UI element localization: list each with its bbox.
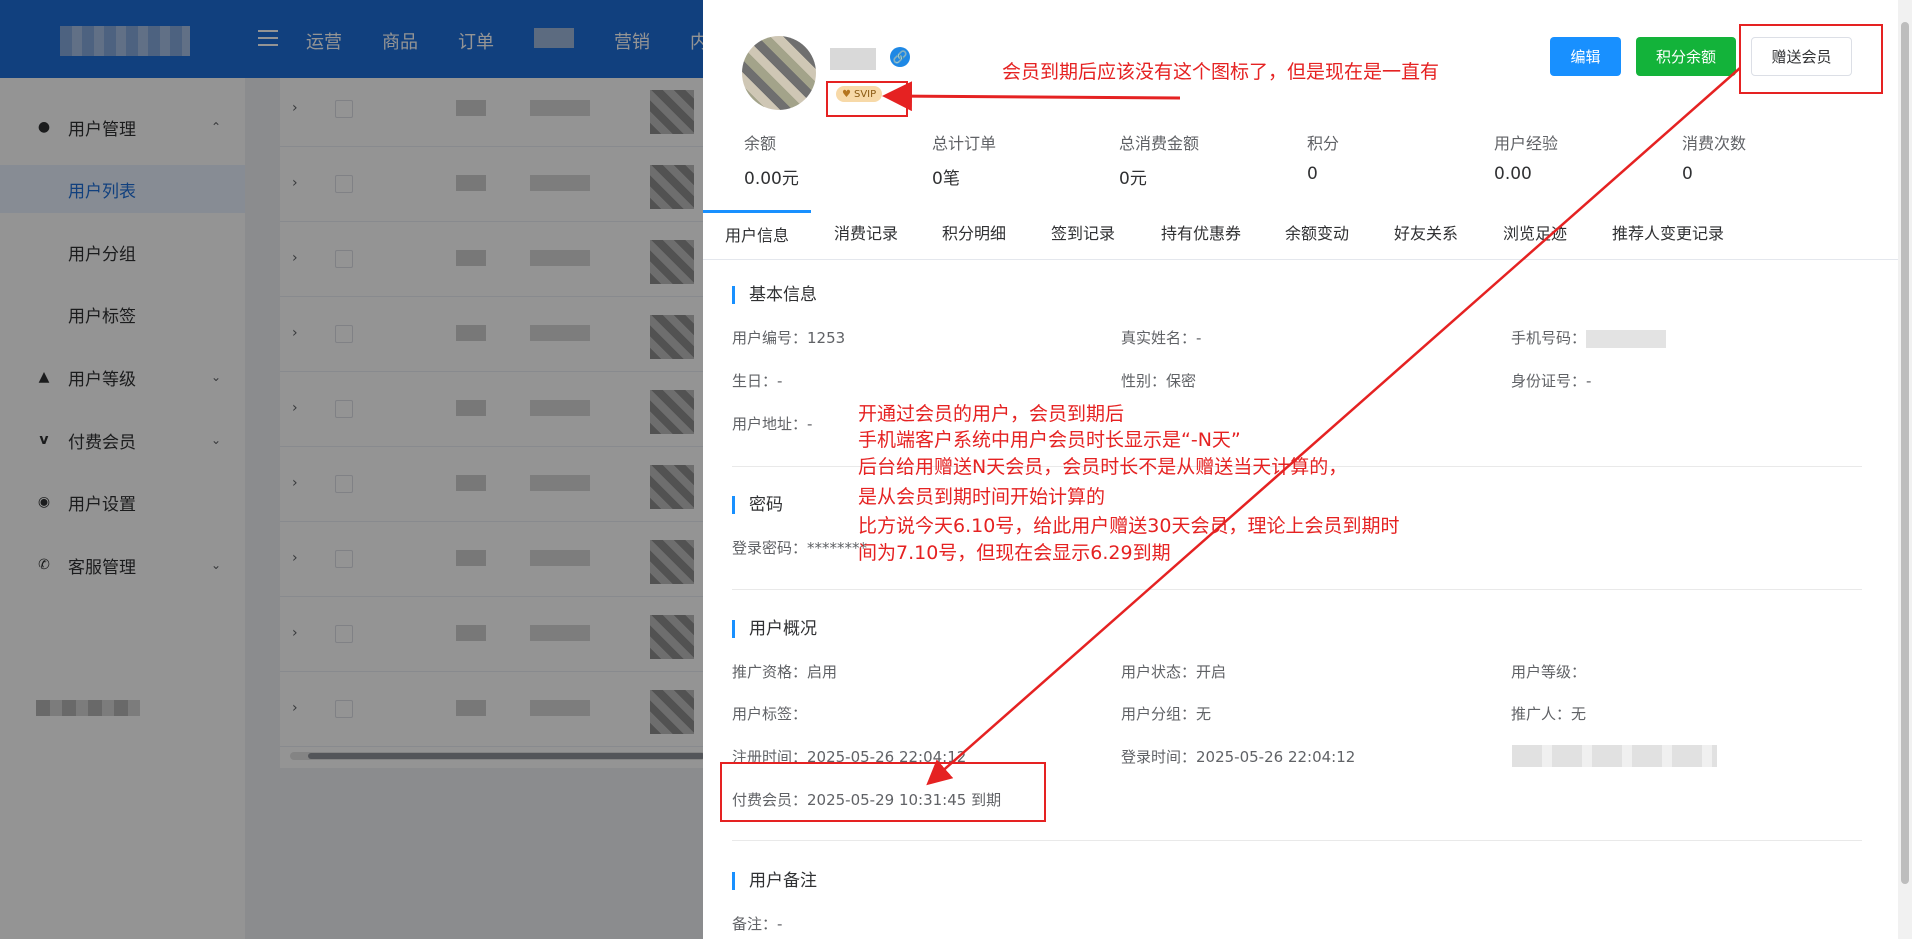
- link-icon[interactable]: 🔗: [890, 47, 910, 67]
- field-referrer: 推广人：无: [1511, 705, 1587, 723]
- tab-user-info[interactable]: 用户信息: [703, 210, 811, 260]
- divider: [732, 840, 1862, 841]
- annotation-text-top: 会员到期后应该没有这个图标了，但是现在是一直有: [1002, 61, 1440, 83]
- stat-value: 0.00元: [744, 169, 799, 189]
- section-title-overview: 用户概况: [732, 620, 817, 638]
- stat-label: 用户经验: [1494, 134, 1559, 153]
- tab-coupons[interactable]: 持有优惠券: [1161, 210, 1241, 260]
- field-remark: 备注：-: [732, 915, 783, 933]
- tab-checkin-records[interactable]: 签到记录: [1051, 210, 1115, 260]
- annotation-text-line-1: 开通过会员的用户，会员到期后: [858, 403, 1125, 425]
- phone-redacted: [1586, 329, 1667, 348]
- stat-points: 积分 0: [1307, 130, 1457, 184]
- stat-balance: 余额 0.00元: [744, 130, 894, 189]
- annotation-box-gift-button: [1739, 24, 1883, 94]
- section-title-basic: 基本信息: [732, 286, 817, 304]
- annotation-text-line-6: 间为7.10号，但现在会显示6.29到期: [858, 542, 1171, 564]
- field-user-level: 用户等级：: [1511, 663, 1587, 681]
- annotation-text-line-3: 后台给用赠送N天会员，会员时长不是从赠送当天计算的，: [858, 456, 1348, 478]
- field-user-group: 用户分组：无: [1121, 705, 1212, 723]
- tab-browse-history[interactable]: 浏览足迹: [1503, 210, 1567, 260]
- field-birthday: 生日：-: [732, 372, 783, 390]
- redacted-field: [1512, 745, 1717, 767]
- field-user-id: 用户编号：1253: [732, 329, 846, 347]
- tab-referrer-changes[interactable]: 推荐人变更记录: [1612, 210, 1724, 260]
- stat-value: 0: [1682, 164, 1693, 184]
- stat-total-orders: 总计订单 0笔: [932, 130, 1082, 189]
- field-real-name: 真实姓名：-: [1121, 329, 1202, 347]
- stat-label: 余额: [744, 134, 777, 153]
- annotation-box-svip: [826, 81, 908, 117]
- annotation-text-line-4: 是从会员到期时间开始计算的: [858, 486, 1106, 508]
- tab-friends[interactable]: 好友关系: [1394, 210, 1458, 260]
- stat-label: 总消费金额: [1119, 134, 1200, 153]
- annotation-text-line-2: 手机端客户系统中用户会员时长显示是“-N天”: [858, 429, 1241, 451]
- stat-label: 消费次数: [1682, 134, 1747, 153]
- divider: [732, 589, 1862, 590]
- tab-consumption-records[interactable]: 消费记录: [834, 210, 898, 260]
- stat-value: 0.00: [1494, 164, 1532, 184]
- annotation-text-line-5: 比方说今天6.10号，给此用户赠送30天会员，理论上会员到期时: [858, 515, 1400, 537]
- avatar: [742, 36, 816, 110]
- stat-purchase-count: 消费次数 0: [1682, 130, 1832, 184]
- annotation-box-expiry: [720, 762, 1046, 822]
- stat-value: 0: [1307, 164, 1318, 184]
- tab-points-detail[interactable]: 积分明细: [942, 210, 1006, 260]
- field-login-password: 登录密码：********: [732, 539, 868, 557]
- stat-label: 积分: [1307, 134, 1340, 153]
- section-title-remark: 用户备注: [732, 872, 817, 890]
- edit-button[interactable]: 编辑: [1550, 37, 1621, 76]
- stat-label: 总计订单: [932, 134, 997, 153]
- field-promo: 推广资格：启用: [732, 663, 838, 681]
- stat-value: 0元: [1119, 169, 1147, 189]
- field-user-tags: 用户标签：: [732, 705, 808, 723]
- field-user-status: 用户状态：开启: [1121, 663, 1227, 681]
- field-phone: 手机号码：: [1511, 327, 1667, 348]
- field-address: 用户地址：-: [732, 415, 813, 433]
- section-title-password: 密码: [732, 496, 783, 514]
- field-id-card: 身份证号：-: [1511, 372, 1592, 390]
- drawer-scrollbar[interactable]: [1898, 0, 1912, 939]
- detail-tabs: 用户信息 消费记录 积分明细 签到记录 持有优惠券 余额变动 好友关系 浏览足迹…: [703, 210, 1898, 260]
- field-phone-label: 手机号码：: [1511, 329, 1587, 347]
- stat-value: 0笔: [932, 169, 960, 189]
- field-login-time: 登录时间：2025-05-26 22:04:12: [1121, 748, 1356, 766]
- stat-total-spend: 总消费金额 0元: [1119, 130, 1269, 189]
- points-balance-button[interactable]: 积分余额: [1636, 37, 1736, 76]
- user-nickname: [830, 48, 876, 70]
- field-gender: 性别：保密: [1121, 372, 1197, 390]
- stat-experience: 用户经验 0.00: [1494, 130, 1644, 184]
- tab-balance-changes[interactable]: 余额变动: [1285, 210, 1349, 260]
